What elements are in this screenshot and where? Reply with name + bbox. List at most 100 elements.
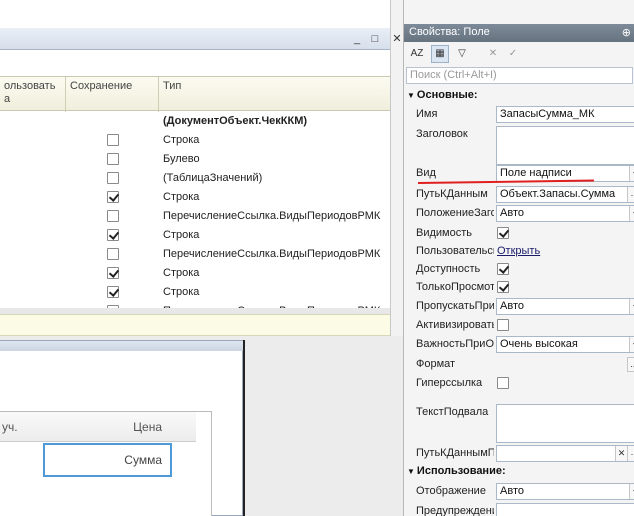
prop-skip-on-input: ПропускатьПриВводе Авто [412,298,634,316]
select-ellipsis-icon[interactable]: ... [627,446,634,461]
chevron-down-icon[interactable] [629,166,634,181]
enabled-checkbox[interactable] [497,263,509,275]
table-row[interactable]: Строка [0,264,390,283]
save-checkbox[interactable] [107,286,119,298]
display-select[interactable]: Авто [496,483,634,500]
save-checkbox[interactable] [107,210,119,222]
name-field[interactable]: ЗапасыСумма_МК [496,106,634,123]
table-row[interactable]: ПеречислениеСсылка.ВидыПериодовРМК [0,245,390,264]
prop-enabled: Доступность [412,261,634,279]
section-usage[interactable]: ▼ Использование: [404,465,634,480]
clear-icon[interactable]: ✕ [615,446,627,461]
properties-panel: Свойства: Поле ⊕ AZ ▦ ▽ ✕ ✓ Поиск (Ctrl+… [403,0,634,516]
table-row[interactable]: (ТаблицаЗначений) [0,169,390,188]
prop-data-path: ПутьКДанным Объект.Запасы.Сумма ... [412,186,634,204]
prop-name: Имя ЗапасыСумма_МК [412,106,634,124]
prop-default-activate: АктивизироватьПоУмолчанию [412,317,634,335]
form-preview-area: уч. Цена Сумма [0,336,403,516]
hyperlink-checkbox[interactable] [497,377,509,389]
maximize-button[interactable]: □ [368,32,382,46]
save-checkbox[interactable] [107,248,119,260]
warning-field[interactable] [496,503,634,516]
preview-table-row: Сумма [0,442,196,477]
form-preview-panel: уч. Цена Сумма [0,340,243,516]
apply-icon[interactable]: ✓ [504,45,522,63]
save-checkbox[interactable] [107,191,119,203]
table-row[interactable]: Строка [0,131,390,150]
save-checkbox[interactable] [107,229,119,241]
sort-alpha-icon[interactable]: AZ [408,45,426,63]
column-header-save[interactable]: Сохранение [66,77,159,112]
column-header-use[interactable]: ользовать а [0,77,66,112]
table-row[interactable]: (ДокументОбъект.ЧекККМ) [0,112,390,131]
footer-text-field[interactable] [496,404,634,443]
attributes-grid[interactable]: (ДокументОбъект.ЧекККМ) Строка Булево (Табл… [0,112,390,308]
chevron-down-icon[interactable] [629,206,634,221]
readonly-checkbox[interactable] [497,281,509,293]
prop-warning: Предупреждение [412,503,634,516]
selected-cell[interactable]: Сумма [43,443,172,477]
grid-header: ользовать а Сохранение Тип [0,76,390,112]
table-row[interactable]: Строка [0,226,390,245]
type-cell: Строка [163,267,200,279]
prop-footer-data-path: ПутьКДаннымПодвала ✕ ... [412,445,634,463]
properties-search-input[interactable]: Поиск (Ctrl+Alt+I) [406,67,633,84]
type-cell: Строка [163,286,200,298]
save-checkbox[interactable] [107,172,119,184]
table-row[interactable]: Булево [0,150,390,169]
type-cell: Строка [163,134,200,146]
form-preview-titlebar [0,341,243,351]
prop-header: Заголовок [412,126,634,166]
prop-user-visibility: Пользовательская видимость Открыть [416,245,541,257]
section-main[interactable]: ▼ Основные: [404,89,634,104]
type-cell: ПеречислениеСсылка.ВидыПериодовРМК [163,210,381,222]
save-checkbox[interactable] [107,134,119,146]
prop-title-position: ПоложениеЗаголовка Авто [412,205,634,223]
filter-icon[interactable]: ▽ [453,45,471,63]
save-checkbox[interactable] [107,267,119,279]
visibility-checkbox[interactable] [497,227,509,239]
pin-icon[interactable]: ⊕ [622,26,631,39]
properties-title: Свойства: Поле ⊕ [404,24,634,42]
categorize-icon[interactable]: ▦ [431,45,449,63]
display-importance-select[interactable]: Очень высокая [496,336,634,353]
prop-readonly: ТолькоПросмотр [412,279,634,297]
prop-footer-text: ТекстПодвала [412,404,634,444]
minimize-button[interactable]: _ [350,32,364,46]
attributes-window-titlebar: _ □ [0,28,390,50]
chevron-down-icon[interactable] [629,337,634,352]
collapse-triangle-icon: ▼ [407,91,415,100]
properties-title-text: Свойства: Поле [409,26,490,38]
close-button[interactable]: ✕ [390,32,404,46]
prop-display-importance: ВажностьПриОтображении Очень высокая [412,336,634,354]
type-cell: ПеречислениеСсылка.ВидыПериодовРМК [163,248,381,260]
chevron-down-icon[interactable] [629,299,634,314]
default-activate-checkbox[interactable] [497,319,509,331]
window-close-strip: ✕ [390,0,403,336]
preview-table-header: уч. Цена [0,412,196,442]
type-cell: Булево [163,153,200,165]
header-qty: уч. [2,420,18,434]
table-row[interactable]: ПеречислениеСсылка.ВидыПериодовРМК [0,207,390,226]
attributes-window: _ □ ✕ ользовать а Сохранение Тип (Докуме… [0,0,403,336]
splitter[interactable] [243,340,245,516]
cancel-icon[interactable]: ✕ [484,45,502,63]
prop-format: Формат ... [412,356,634,374]
select-ellipsis-icon[interactable]: ... [627,357,634,372]
prop-visibility: Видимость [412,225,634,243]
select-ellipsis-icon[interactable]: ... [627,187,634,202]
skip-on-input-select[interactable]: Авто [496,298,634,315]
chevron-down-icon[interactable] [629,484,634,499]
open-link[interactable]: Открыть [497,245,540,257]
table-row[interactable]: Строка [0,283,390,302]
save-checkbox[interactable] [107,153,119,165]
data-path-field[interactable]: Объект.Запасы.Сумма ... [496,186,634,203]
footer-data-path-field[interactable]: ✕ ... [496,445,634,462]
preview-table: уч. Цена Сумма [0,411,212,516]
cell-sum: Сумма [124,453,162,467]
column-header-type[interactable]: Тип [159,77,390,112]
title-position-select[interactable]: Авто [496,205,634,222]
format-field[interactable]: ... [496,356,634,373]
table-row[interactable]: Строка [0,188,390,207]
header-field[interactable] [496,126,634,165]
